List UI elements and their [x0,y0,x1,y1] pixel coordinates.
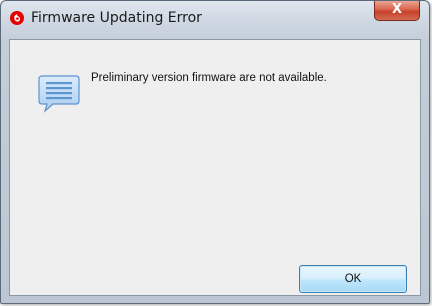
title-bar[interactable]: Firmware Updating Error X [1,1,429,33]
dialog-content: Preliminary version firmware are not ava… [9,39,421,296]
message-bubble-icon [38,75,80,113]
error-message: Preliminary version firmware are not ava… [91,72,327,84]
close-icon: X [391,2,403,17]
close-button[interactable]: X [374,1,420,21]
ok-button[interactable]: OK [299,265,407,293]
window-title: Firmware Updating Error [31,10,202,26]
dialog-window: Firmware Updating Error X Preliminary ve… [0,0,430,304]
vodafone-logo-icon [10,11,24,25]
